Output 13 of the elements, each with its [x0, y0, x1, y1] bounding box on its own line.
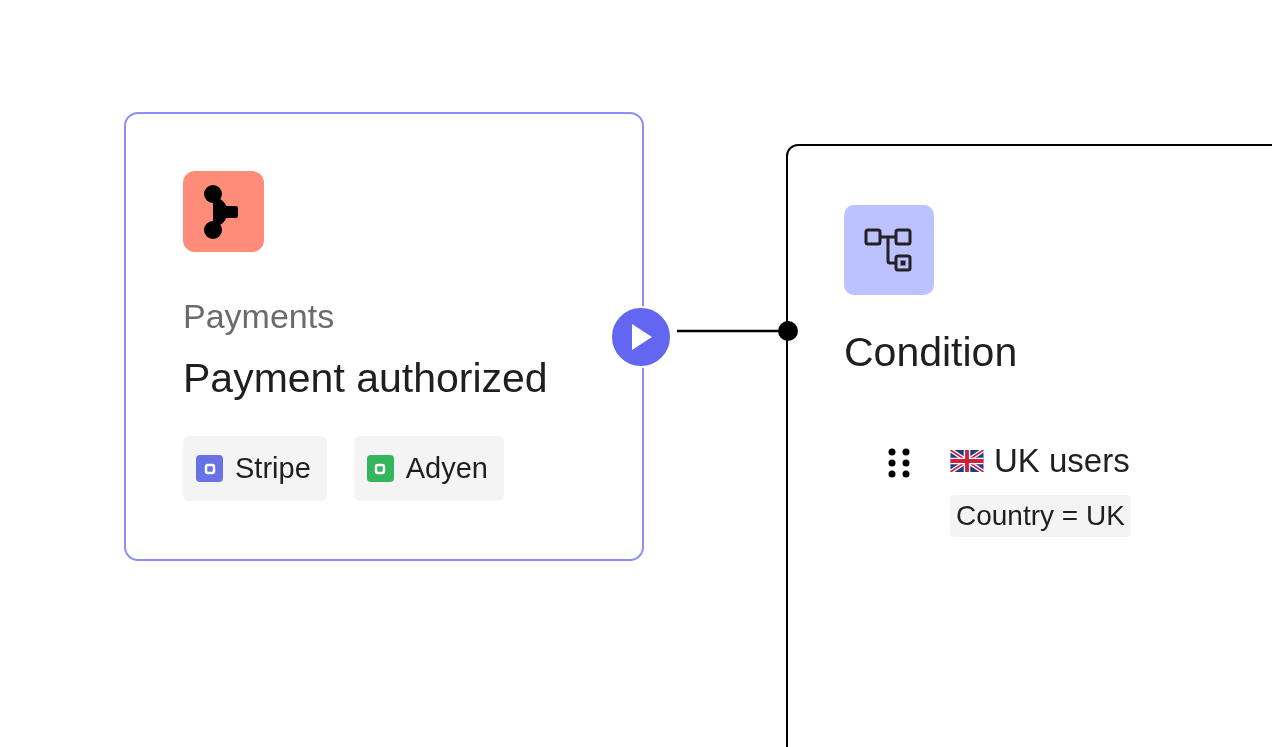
condition-branch-icon [844, 205, 934, 295]
trigger-app-icon [183, 171, 264, 252]
integration-name: Adyen [405, 450, 488, 486]
condition-node[interactable]: Condition UK users Country = UK [786, 144, 1272, 747]
integration-name: Stripe [235, 450, 311, 486]
node-title: Payment authorized [183, 354, 549, 402]
node-title: Condition [844, 328, 1019, 376]
uk-flag-icon [950, 450, 984, 472]
rule-expression: Country = UK [950, 495, 1131, 537]
node-category: Payments [183, 296, 336, 336]
trigger-node[interactable]: Payments Payment authorized Stripe Adyen [124, 112, 644, 561]
rule-label: UK users [994, 441, 1130, 481]
drag-handle-icon[interactable] [888, 447, 910, 479]
